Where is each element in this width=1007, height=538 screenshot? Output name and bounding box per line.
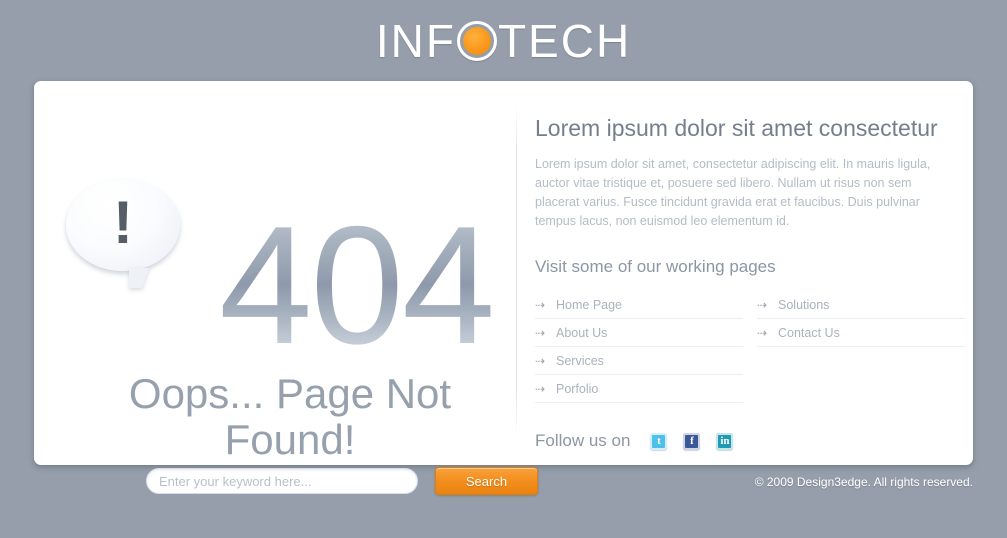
logo-text-right: TECH (497, 14, 632, 67)
search-input[interactable] (146, 468, 418, 494)
info-column: Lorem ipsum dolor sit amet consectetur L… (517, 81, 978, 465)
error-column: ! 404 Oops... Page Not Found! Search (34, 81, 538, 495)
linkedin-icon[interactable]: in (716, 432, 734, 450)
link-about-us[interactable]: ⇢ About Us (535, 319, 743, 347)
link-label: Home Page (556, 297, 623, 312)
link-label: About Us (556, 325, 608, 340)
content-card: ! 404 Oops... Page Not Found! Search Lor… (34, 81, 973, 495)
links-column-1: ⇢ Home Page ⇢ About Us ⇢ Services ⇢ Porf… (535, 291, 743, 403)
link-label: Porfolio (556, 381, 599, 396)
link-solutions[interactable]: ⇢ Solutions (757, 291, 965, 319)
dashed-arrow-icon: ⇢ (535, 297, 546, 312)
bubble-tail (129, 268, 149, 288)
error-headline: Oops... Page Not Found! (128, 370, 452, 463)
dashed-arrow-icon: ⇢ (757, 325, 768, 340)
link-label: Services (556, 353, 604, 368)
link-label: Solutions (778, 297, 830, 312)
panel-title: Lorem ipsum dolor sit amet consectetur (535, 115, 938, 141)
dashed-arrow-icon: ⇢ (535, 325, 546, 340)
copyright-text: © 2009 Design3edge. All rights reserved. (754, 475, 973, 489)
dashed-arrow-icon: ⇢ (535, 381, 546, 396)
orange-circle-icon (456, 20, 497, 61)
links-heading: Visit some of our working pages (535, 257, 776, 276)
logo[interactable]: INF TECH (376, 18, 631, 64)
site-header: INF TECH (0, 0, 1007, 81)
logo-text-left: INF (375, 14, 456, 67)
dashed-arrow-icon: ⇢ (757, 297, 768, 312)
link-label: Contact Us (778, 325, 840, 340)
search-form: Search (146, 467, 538, 495)
link-contact-us[interactable]: ⇢ Contact Us (757, 319, 965, 347)
facebook-icon[interactable]: f (683, 432, 701, 450)
links-column-2: ⇢ Solutions ⇢ Contact Us (757, 291, 965, 403)
link-services[interactable]: ⇢ Services (535, 347, 743, 375)
twitter-icon[interactable]: t (650, 432, 668, 450)
link-home-page[interactable]: ⇢ Home Page (535, 291, 743, 319)
search-button[interactable]: Search (435, 467, 538, 495)
dashed-arrow-icon: ⇢ (535, 353, 546, 368)
link-porfolio[interactable]: ⇢ Porfolio (535, 375, 743, 403)
exclamation-bubble-icon: ! (66, 179, 180, 288)
working-pages-links: ⇢ Home Page ⇢ About Us ⇢ Services ⇢ Porf… (535, 291, 965, 403)
exclamation-mark: ! (113, 189, 133, 256)
panel-body: Lorem ipsum dolor sit amet, consectetur … (535, 157, 931, 228)
follow-us-row: Follow us on t f in (535, 431, 965, 451)
follow-us-label: Follow us on (535, 431, 631, 450)
error-code: 404 (219, 191, 495, 379)
